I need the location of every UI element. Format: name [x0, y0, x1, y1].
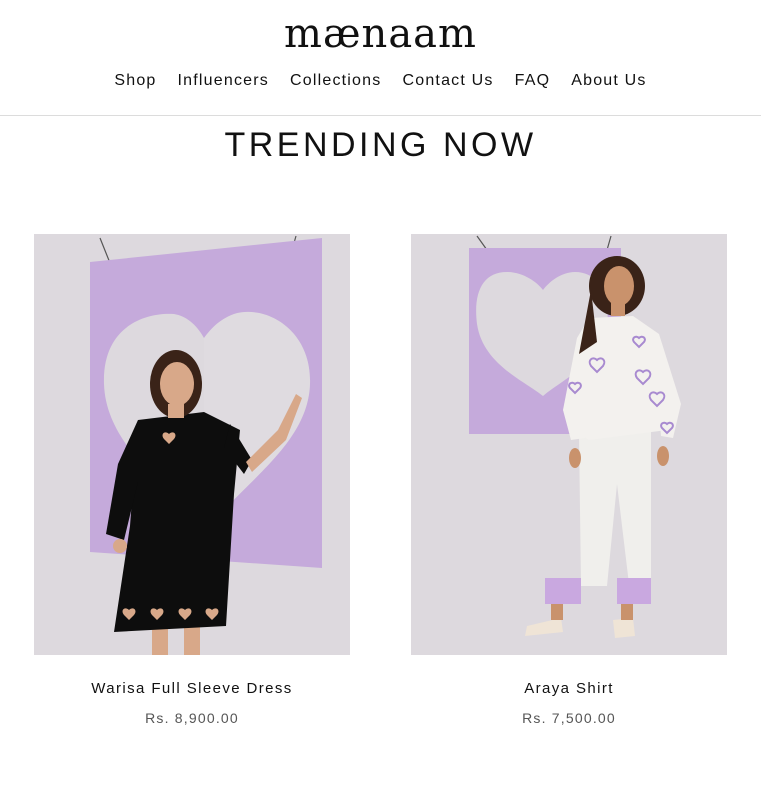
product-price: Rs. 7,500.00	[522, 710, 616, 726]
nav-item-faq[interactable]: FAQ	[515, 72, 551, 90]
nav-item-about-us[interactable]: About Us	[571, 72, 646, 90]
product-card-warisa[interactable]: Warisa Full Sleeve Dress Rs. 8,900.00	[34, 234, 350, 726]
product-image-warisa-dress[interactable]	[34, 234, 350, 655]
product-name[interactable]: Warisa Full Sleeve Dress	[34, 680, 350, 697]
product-price: Rs. 8,900.00	[145, 710, 239, 726]
product-image-araya-shirt[interactable]	[411, 234, 727, 655]
nav-item-shop[interactable]: Shop	[114, 72, 156, 90]
brand-logo[interactable]: mænaam	[0, 8, 761, 60]
site-header: mænaam Shop Influencers Collections Cont…	[0, 0, 761, 116]
nav-item-collections[interactable]: Collections	[290, 72, 381, 90]
nav-item-contact-us[interactable]: Contact Us	[402, 72, 493, 90]
product-card-araya[interactable]: Araya Shirt Rs. 7,500.00	[411, 234, 727, 726]
nav-item-influencers[interactable]: Influencers	[178, 72, 269, 90]
main-nav: Shop Influencers Collections Contact Us …	[0, 72, 761, 90]
product-name[interactable]: Araya Shirt	[411, 680, 727, 697]
section-title: TRENDING NOW	[224, 126, 537, 164]
